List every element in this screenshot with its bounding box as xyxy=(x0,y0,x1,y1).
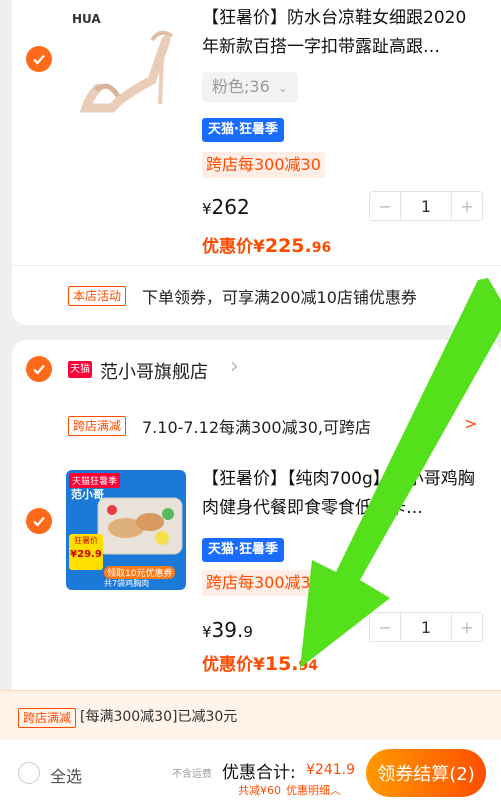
select-all-label[interactable]: 全选 xyxy=(50,763,82,787)
store-activity-text[interactable]: 下单领券，可享满200减10店铺优惠券 xyxy=(142,284,417,308)
total-label: 优惠合计: xyxy=(222,763,296,783)
item1-discount-price: 优惠价¥225.96 xyxy=(202,235,332,257)
item1-checkbox[interactable] xyxy=(26,46,52,72)
thumb-price-badge: 狂暑价 ¥29.9 xyxy=(69,534,103,570)
cart-item-card-1: HUA 【狂暑价】防水台凉鞋女细跟2020年新款百搭一字扣带露趾高跟… 粉色;3… xyxy=(12,0,501,325)
sku-text: 粉色;36 xyxy=(212,77,270,96)
cross-store-summary-bar: 跨店满减 [每满300减30]已减30元 xyxy=(0,690,501,740)
shop2-checkbox[interactable] xyxy=(26,356,52,382)
quantity-value[interactable]: 1 xyxy=(400,613,452,641)
plus-button[interactable]: + xyxy=(452,613,482,641)
item1-title[interactable]: 【狂暑价】防水台凉鞋女细跟2020年新款百搭一字扣带露趾高跟… xyxy=(202,4,482,62)
check-icon xyxy=(33,54,45,65)
item1-thumbnail[interactable]: HUA xyxy=(68,0,186,118)
summary-text: [每满300减30]已减30元 xyxy=(80,709,238,725)
checkout-button[interactable]: 领券结算(2) xyxy=(366,749,486,797)
chevron-right-icon[interactable]: › xyxy=(230,354,239,379)
shop-card-2: 天猫 范小哥旗舰店 › 领 跨店满减 7.10-7.12每满300减30,可跨店… xyxy=(12,340,501,700)
cross-store-tag: 跨店满减 xyxy=(68,416,127,436)
item1-quantity-stepper[interactable]: − 1 + xyxy=(369,191,483,221)
cross-store-text[interactable]: 7.10-7.12每满300减30,可跨店 xyxy=(142,414,371,438)
minus-button[interactable]: − xyxy=(370,613,400,641)
item2-checkbox[interactable] xyxy=(26,508,52,534)
shipping-note: 不含运费 xyxy=(172,769,212,780)
chevron-down-icon: ⌄ xyxy=(277,81,288,95)
item2-thumbnail[interactable]: 天猫狂暑季 范小哥 狂暑价 ¥29.9 领取10元优惠券 共7袋鸡胸肉 xyxy=(66,470,186,590)
item1-promo: 跨店每300减30 xyxy=(202,152,325,178)
item2-discount-price: 优惠价¥15.94 xyxy=(202,653,318,675)
chevron-right-icon[interactable]: > xyxy=(464,414,477,433)
item2-promo: 跨店每300减30 xyxy=(202,570,325,596)
summary-tag: 跨店满减 xyxy=(18,708,77,728)
thumb-note: 共7袋鸡胸肉 xyxy=(104,579,150,588)
plus-button[interactable]: + xyxy=(452,192,482,220)
minus-button[interactable]: − xyxy=(370,192,400,220)
item2-price: ¥39.9 xyxy=(202,618,253,642)
tmall-summer-tag: 天猫·狂暑季 xyxy=(202,118,284,142)
checkout-bar: 全选 不含运费 优惠合计: ¥241.9 共减¥60 优惠明细︿ 领券结算(2) xyxy=(0,740,501,800)
check-icon xyxy=(33,516,45,527)
saved-amount: 共减¥60 xyxy=(238,784,281,797)
thumb-brand: HUA xyxy=(72,12,101,26)
shop-coupon-button[interactable]: 领 xyxy=(438,358,455,383)
quantity-value[interactable]: 1 xyxy=(400,192,452,220)
item1-sku-selector[interactable]: 粉色;36 ⌄ xyxy=(202,72,298,102)
shop-name[interactable]: 范小哥旗舰店 xyxy=(100,358,208,384)
item2-quantity-stepper[interactable]: − 1 + xyxy=(369,612,483,642)
store-activity-tag: 本店活动 xyxy=(68,286,127,306)
item1-price: ¥262 xyxy=(202,195,250,219)
check-icon xyxy=(33,364,45,375)
divider xyxy=(12,265,501,266)
item2-title[interactable]: 【狂暑价】【纯肉700g】范小哥鸡胸肉健身代餐即食零食低脂卡… xyxy=(202,465,482,523)
tmall-shop-icon: 天猫 xyxy=(68,361,92,378)
total-value: ¥241.9 xyxy=(306,762,355,778)
tmall-summer-tag: 天猫·狂暑季 xyxy=(202,538,284,562)
select-all-radio[interactable] xyxy=(18,762,40,784)
chevron-up-icon: ︿ xyxy=(330,784,341,797)
discount-detail-link[interactable]: 优惠明细︿ xyxy=(286,782,341,798)
